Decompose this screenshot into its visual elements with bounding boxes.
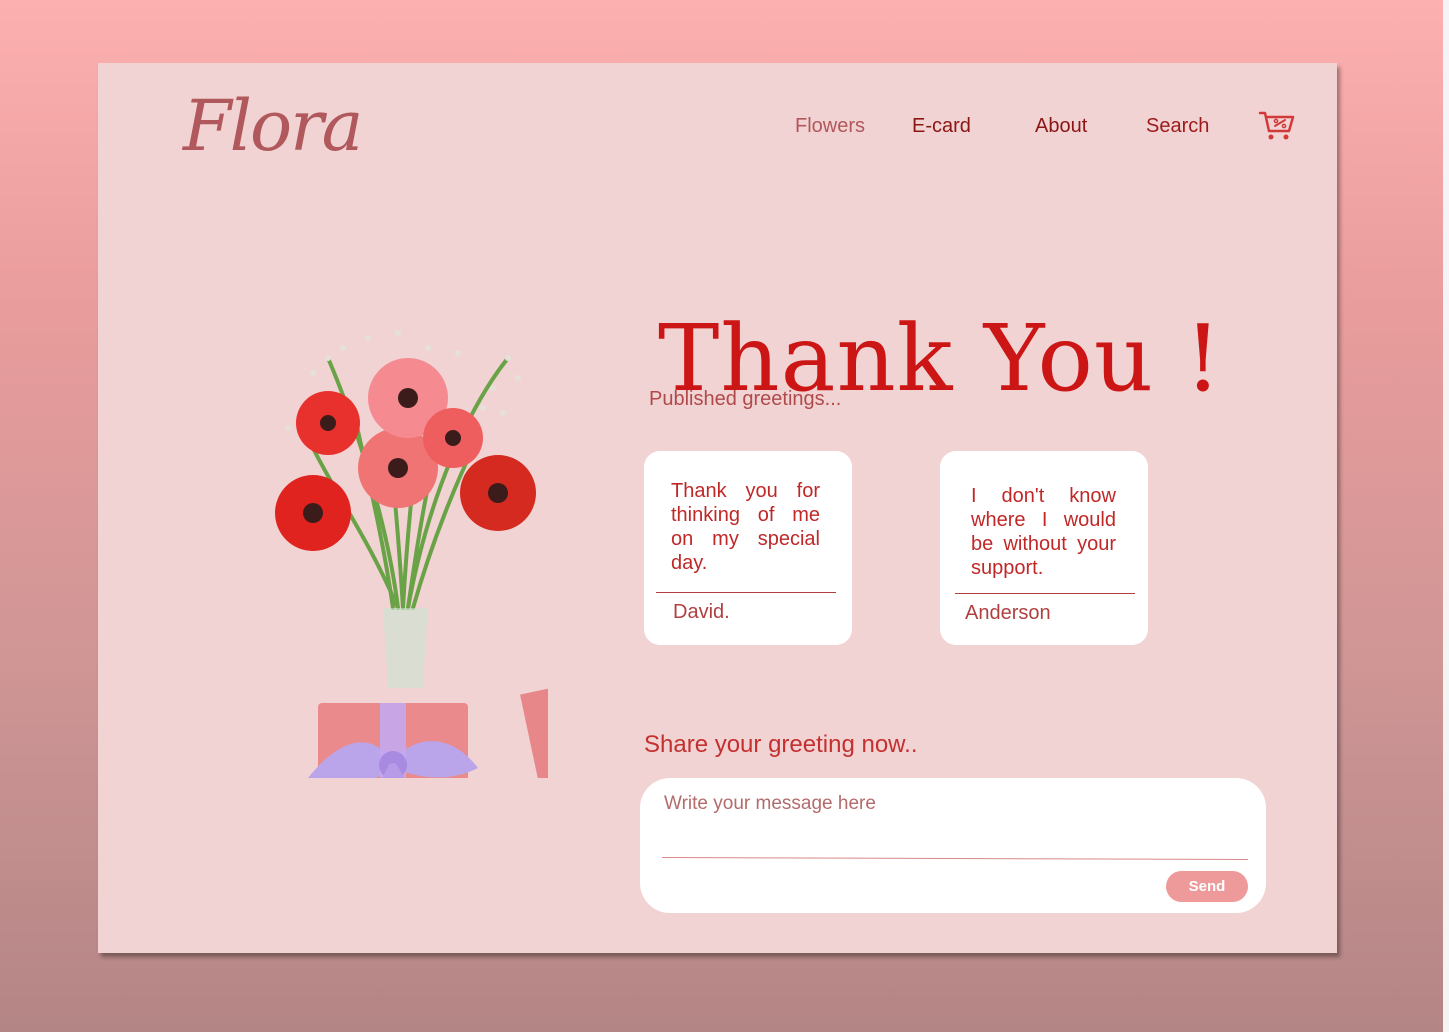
- greeting-card: I don't know where I would be without yo…: [940, 451, 1148, 645]
- divider: [955, 593, 1135, 594]
- greeting-author: David.: [673, 601, 730, 623]
- nav-flowers[interactable]: Flowers: [795, 115, 865, 138]
- share-heading: Share your greeting now..: [644, 731, 918, 758]
- page-card: Flora Flowers E-card About Search Thank …: [98, 63, 1337, 953]
- bouquet-gift-image: [275, 330, 548, 778]
- logo[interactable]: Flora: [183, 85, 363, 167]
- greeting-author: Anderson: [965, 602, 1051, 624]
- nav-ecard[interactable]: E-card: [912, 115, 971, 138]
- send-button[interactable]: Send: [1166, 871, 1248, 902]
- message-form: Send: [640, 778, 1266, 913]
- greeting-message: Thank you for thinking of me on my speci…: [671, 480, 820, 574]
- greeting-message: I don't know where I would be without yo…: [971, 485, 1116, 579]
- divider: [656, 592, 836, 593]
- nav-search[interactable]: Search: [1146, 115, 1209, 138]
- greetings-heading: Published greetings...: [649, 388, 842, 410]
- nav-about[interactable]: About: [1035, 115, 1087, 138]
- input-underline: [662, 856, 1248, 861]
- message-input[interactable]: [662, 792, 1226, 816]
- greeting-card: Thank you for thinking of me on my speci…: [644, 451, 852, 645]
- window-edge: [1443, 0, 1449, 1032]
- cart-icon[interactable]: [1258, 109, 1296, 143]
